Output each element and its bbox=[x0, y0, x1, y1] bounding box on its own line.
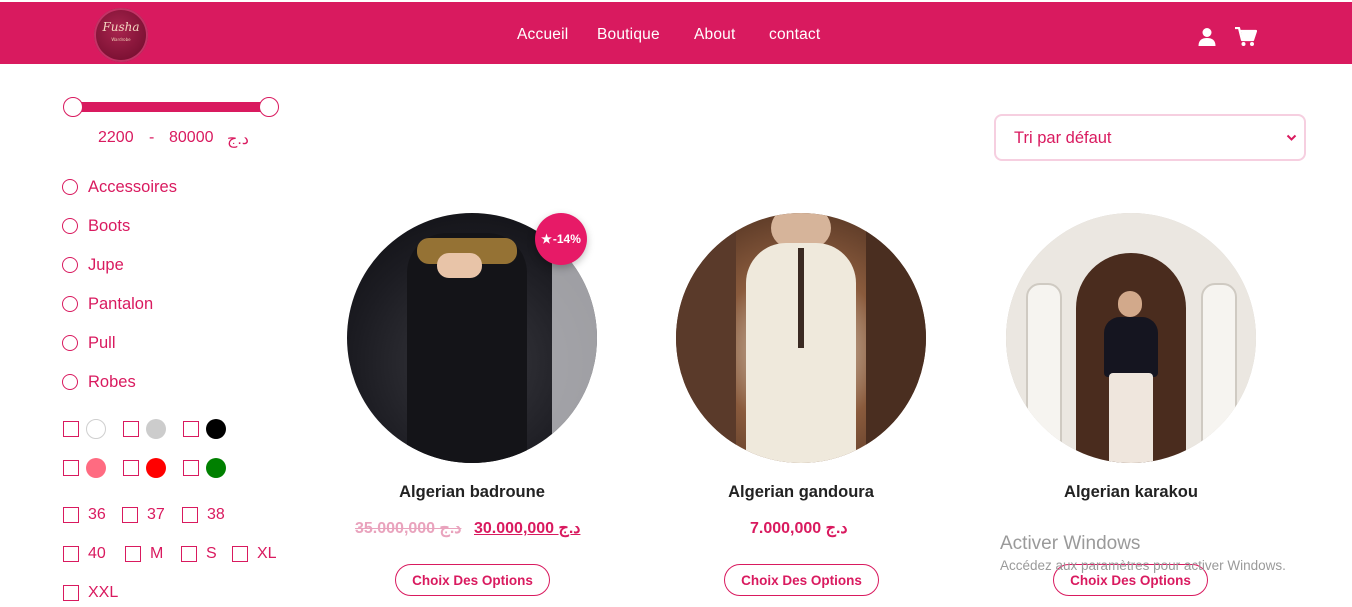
price-slider-track[interactable] bbox=[73, 102, 269, 112]
neck-detail bbox=[798, 248, 804, 348]
size-option-37[interactable]: 37 bbox=[122, 505, 165, 525]
chevron-down-icon bbox=[1286, 134, 1297, 141]
windows-activation-title: Activer Windows bbox=[1000, 533, 1141, 554]
background-door-left bbox=[676, 213, 736, 463]
category-label: Pull bbox=[88, 333, 116, 352]
size-option-36[interactable]: 36 bbox=[63, 505, 106, 525]
karakou-jacket bbox=[1104, 317, 1158, 377]
logo-subtitle: Wardrobe bbox=[111, 37, 131, 42]
cart-icon[interactable] bbox=[1235, 27, 1257, 47]
size-option-xxl[interactable]: XXL bbox=[63, 583, 118, 603]
background-door-right bbox=[866, 213, 926, 463]
model-head bbox=[1118, 291, 1142, 317]
nav-accueil[interactable]: Accueil bbox=[517, 26, 568, 44]
size-label: 38 bbox=[207, 506, 225, 523]
product-old-price: 35.000,000 د.ج bbox=[355, 520, 462, 537]
size-option-40[interactable]: 40 bbox=[63, 544, 106, 564]
size-label: 40 bbox=[88, 545, 106, 562]
brand-logo[interactable]: Fusha Wardrobe bbox=[94, 8, 148, 62]
color-swatch-black[interactable] bbox=[206, 419, 226, 439]
color-checkbox-black[interactable] bbox=[183, 421, 199, 437]
size-label: M bbox=[150, 545, 164, 562]
discount-value: -14% bbox=[552, 232, 581, 246]
price-separator: - bbox=[149, 129, 155, 146]
size-checkbox[interactable] bbox=[182, 507, 198, 523]
product-image-karakou[interactable] bbox=[1006, 213, 1256, 463]
price-max-value: 80000 bbox=[169, 129, 214, 146]
background-curtain bbox=[552, 253, 597, 463]
product-name[interactable]: Algerian badroune bbox=[347, 483, 597, 502]
price-currency: د.ج bbox=[227, 131, 249, 148]
size-checkbox[interactable] bbox=[63, 546, 79, 562]
price-slider-min-handle[interactable] bbox=[63, 97, 83, 117]
category-radio[interactable] bbox=[62, 218, 78, 234]
header-bar: Fusha Wardrobe Accueil Boutique About co… bbox=[0, 2, 1352, 64]
nav-about[interactable]: About bbox=[694, 26, 736, 44]
color-swatch-gray[interactable] bbox=[146, 419, 166, 439]
nav-contact[interactable]: contact bbox=[769, 26, 820, 44]
color-swatch-white[interactable] bbox=[86, 419, 106, 439]
product-image-gandoura[interactable] bbox=[676, 213, 926, 463]
product-name[interactable]: Algerian karakou bbox=[1006, 483, 1256, 502]
logo-text: Fusha bbox=[102, 20, 140, 34]
size-option-m[interactable]: M bbox=[125, 544, 163, 564]
category-robes[interactable]: Robes bbox=[62, 372, 136, 392]
size-label: 37 bbox=[147, 506, 165, 523]
choose-options-button[interactable]: Choix Des Options bbox=[724, 564, 879, 596]
product-price: 7.000,000 د.ج bbox=[750, 520, 848, 537]
hands-detail bbox=[437, 253, 482, 278]
size-option-s[interactable]: S bbox=[181, 544, 217, 564]
category-pull[interactable]: Pull bbox=[62, 333, 116, 353]
category-radio[interactable] bbox=[62, 179, 78, 195]
category-label: Accessoires bbox=[88, 177, 177, 196]
size-label: 36 bbox=[88, 506, 106, 523]
category-accessoires[interactable]: Accessoires bbox=[62, 177, 177, 197]
background-column-right bbox=[1201, 283, 1237, 463]
color-checkbox-red[interactable] bbox=[123, 460, 139, 476]
background-column-left bbox=[1026, 283, 1062, 463]
size-checkbox[interactable] bbox=[181, 546, 197, 562]
category-radio[interactable] bbox=[62, 374, 78, 390]
size-label: XL bbox=[257, 545, 277, 562]
windows-activation-subtitle: Accédez aux paramètres pour activer Wind… bbox=[1000, 558, 1286, 573]
sort-select[interactable]: Tri par défaut bbox=[994, 114, 1306, 161]
color-checkbox-gray[interactable] bbox=[123, 421, 139, 437]
category-label: Jupe bbox=[88, 255, 124, 274]
color-checkbox-pink[interactable] bbox=[63, 460, 79, 476]
size-checkbox[interactable] bbox=[63, 507, 79, 523]
color-swatch-pink[interactable] bbox=[86, 458, 106, 478]
category-radio[interactable] bbox=[62, 296, 78, 312]
category-radio[interactable] bbox=[62, 335, 78, 351]
category-jupe[interactable]: Jupe bbox=[62, 255, 124, 275]
category-label: Pantalon bbox=[88, 294, 154, 313]
price-slider-max-handle[interactable] bbox=[259, 97, 279, 117]
color-swatch-green[interactable] bbox=[206, 458, 226, 478]
size-option-xl[interactable]: XL bbox=[232, 544, 277, 564]
category-label: Robes bbox=[88, 372, 136, 391]
size-option-38[interactable]: 38 bbox=[182, 505, 225, 525]
size-label: XXL bbox=[88, 584, 119, 601]
size-label: S bbox=[206, 545, 217, 562]
category-pantalon[interactable]: Pantalon bbox=[62, 294, 153, 314]
skirt-detail bbox=[1109, 373, 1153, 463]
color-swatch-red[interactable] bbox=[146, 458, 166, 478]
discount-badge: ★ -14% bbox=[535, 213, 587, 265]
user-icon[interactable] bbox=[1198, 27, 1216, 47]
product-name[interactable]: Algerian gandoura bbox=[676, 483, 926, 502]
price-min-value: 2200 bbox=[98, 129, 134, 146]
product-price: 30.000,000 د.ج bbox=[474, 520, 581, 537]
star-icon: ★ bbox=[541, 232, 552, 246]
size-checkbox[interactable] bbox=[125, 546, 141, 562]
color-checkbox-green[interactable] bbox=[183, 460, 199, 476]
sort-selected-value: Tri par défaut bbox=[1014, 129, 1112, 147]
size-checkbox[interactable] bbox=[63, 585, 79, 601]
category-label: Boots bbox=[88, 216, 131, 235]
nav-boutique[interactable]: Boutique bbox=[597, 26, 660, 44]
color-checkbox-white[interactable] bbox=[63, 421, 79, 437]
category-radio[interactable] bbox=[62, 257, 78, 273]
size-checkbox[interactable] bbox=[122, 507, 138, 523]
category-boots[interactable]: Boots bbox=[62, 216, 130, 236]
choose-options-button[interactable]: Choix Des Options bbox=[395, 564, 550, 596]
size-checkbox[interactable] bbox=[232, 546, 248, 562]
